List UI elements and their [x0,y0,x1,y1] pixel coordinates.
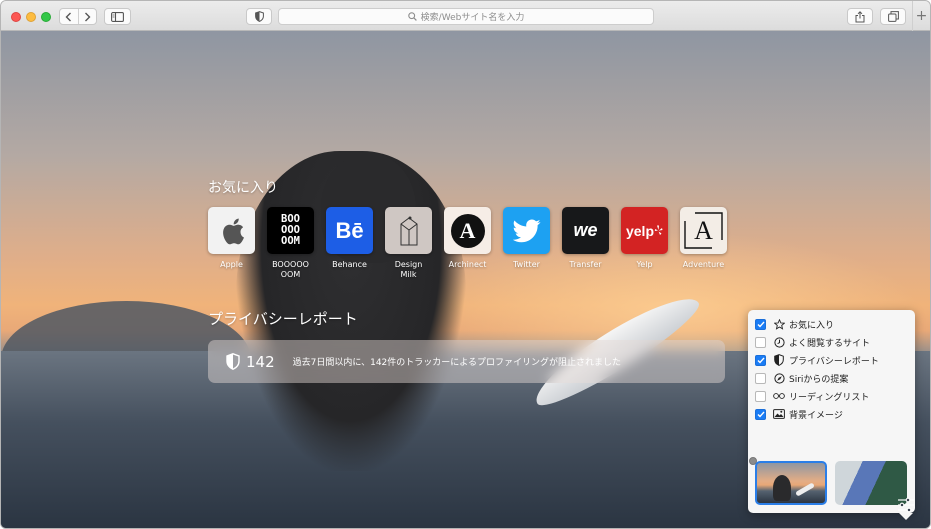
favorite-archinect[interactable]: A Archinect [444,207,491,280]
tracker-count: 142 [246,352,275,371]
behance-logo-text: Bē [335,217,364,243]
share-icon [855,10,865,22]
checkmark-icon [757,321,765,328]
chevron-left-icon [65,12,72,21]
wetransfer-logo-text: we [573,220,598,240]
favorite-apple[interactable]: Apple [208,207,255,280]
favorite-label: Adventure [682,260,725,269]
checkbox-checked[interactable] [755,318,766,330]
toolbar: 検索/Webサイト名を入力 + [1,1,930,31]
favorite-yelp[interactable]: yelp Yelp [621,207,668,280]
favorites-grid: Apple BOO OOO OOM BOOOOO OOM Bē Behance … [208,207,727,280]
booooom-logo-icon: BOO OOO OOM [267,207,314,254]
option-label: お気に入り [789,320,835,331]
checkbox-checked[interactable] [755,408,766,420]
shield-icon [254,11,264,22]
sliders-icon [898,497,914,513]
option-favorites[interactable]: お気に入り [755,317,834,331]
address-bar-placeholder: 検索/Webサイト名を入力 [420,13,525,23]
favorite-behance[interactable]: Bē Behance [326,207,373,280]
glasses-icon [773,390,785,402]
privacy-report-button[interactable] [246,8,272,25]
checkmark-icon [757,357,765,364]
privacy-report-card[interactable]: 142 過去7日間以内に、142件のトラッカーによるプロファイリングが阻止されま… [208,340,725,383]
close-window-button[interactable] [11,12,21,22]
favorite-booooom[interactable]: BOO OOO OOM BOOOOO OOM [267,207,314,280]
option-label: リーディングリスト [789,392,870,403]
tab-overview-icon [887,11,899,22]
navigation-buttons [59,8,97,25]
favorite-label: Archinect [448,260,487,269]
compass-icon [773,372,785,384]
checkbox-unchecked[interactable] [755,372,766,384]
favorite-design-milk[interactable]: Design Milk [385,207,432,280]
favorite-twitter[interactable]: Twitter [503,207,550,280]
checkmark-icon [757,411,765,418]
tab-overview-button[interactable] [880,8,906,25]
checkbox-unchecked[interactable] [755,336,766,348]
privacy-report-title: プライバシーレポート [208,310,358,328]
yelp-logo-text: yelp [625,222,654,239]
option-label: Siriからの提案 [789,374,849,385]
thumbnail-surfboard [795,482,815,497]
start-page: お気に入り Apple BOO OOO OOM BOOOOO OOM Bē Be… [1,31,930,528]
shield-icon [226,353,240,370]
favorite-label: Behance [332,260,367,269]
option-privacy-report[interactable]: プライバシーレポート [755,353,879,367]
option-siri-suggestions[interactable]: Siriからの提案 [755,371,848,385]
twitter-bird-icon [503,207,550,254]
fullscreen-window-button[interactable] [41,12,51,22]
sidebar-button[interactable] [104,8,131,25]
favorite-label: Twitter [513,260,540,269]
wetransfer-logo-icon: we [562,207,609,254]
option-label: 背景イメージ [789,410,843,421]
chevron-right-icon [84,12,91,21]
yelp-logo-icon: yelp [621,207,668,254]
clock-icon [773,336,785,348]
booooom-logo-text: BOO OOO OOM [281,213,300,247]
option-reading-list[interactable]: リーディングリスト [755,389,869,403]
favorite-adventure[interactable]: A Adventure [680,207,727,280]
archinect-logo-text: A [450,213,485,248]
apple-logo-icon [208,207,255,254]
new-tab-button[interactable]: + [912,1,930,31]
background-thumbnail-surfer-selected[interactable] [755,461,827,505]
shield-icon [773,354,785,366]
favorite-label: BOOOOO OOM [272,260,309,279]
sidebar-icon [111,11,124,22]
archinect-logo-icon: A [444,207,491,254]
safari-window: 検索/Webサイト名を入力 + お気に入り Apple BOO OOO OOM … [0,0,931,529]
option-label: プライバシーレポート [789,356,879,367]
image-icon [773,408,785,420]
customize-start-page-button[interactable] [896,496,916,514]
behance-logo-icon: Bē [326,207,373,254]
back-button[interactable] [60,9,79,24]
adventure-logo-icon: A [680,207,727,254]
checkbox-unchecked[interactable] [755,390,766,402]
favorite-transfer[interactable]: we Transfer [562,207,609,280]
thumbnail-surfer [773,475,791,501]
option-background-image[interactable]: 背景イメージ [755,407,843,421]
option-label: よく閲覧するサイト [789,338,871,349]
option-frequently-visited[interactable]: よく閲覧するサイト [755,335,870,349]
customize-start-page-popover: お気に入り よく閲覧するサイト プライバシーレポート Siriからの提案 リーデ [748,310,915,520]
favorites-title: お気に入り [208,180,278,196]
share-button[interactable] [847,8,873,25]
star-icon [773,318,785,330]
favorite-label: Transfer [569,260,602,269]
search-icon [407,12,417,21]
yelp-burst-icon [654,225,663,235]
favorite-label: Design Milk [394,260,423,279]
favorite-label: Yelp [636,260,653,269]
minimize-window-button[interactable] [26,12,36,22]
favorite-label: Apple [220,260,243,269]
design-milk-logo-icon [385,207,432,254]
privacy-report-message: 過去7日間以内に、142件のトラッカーによるプロファイリングが阻止されました [292,358,622,368]
address-bar[interactable]: 検索/Webサイト名を入力 [278,8,654,25]
adventure-frame-icon [684,212,723,249]
checkbox-checked[interactable] [755,354,766,366]
forward-button[interactable] [79,9,97,24]
